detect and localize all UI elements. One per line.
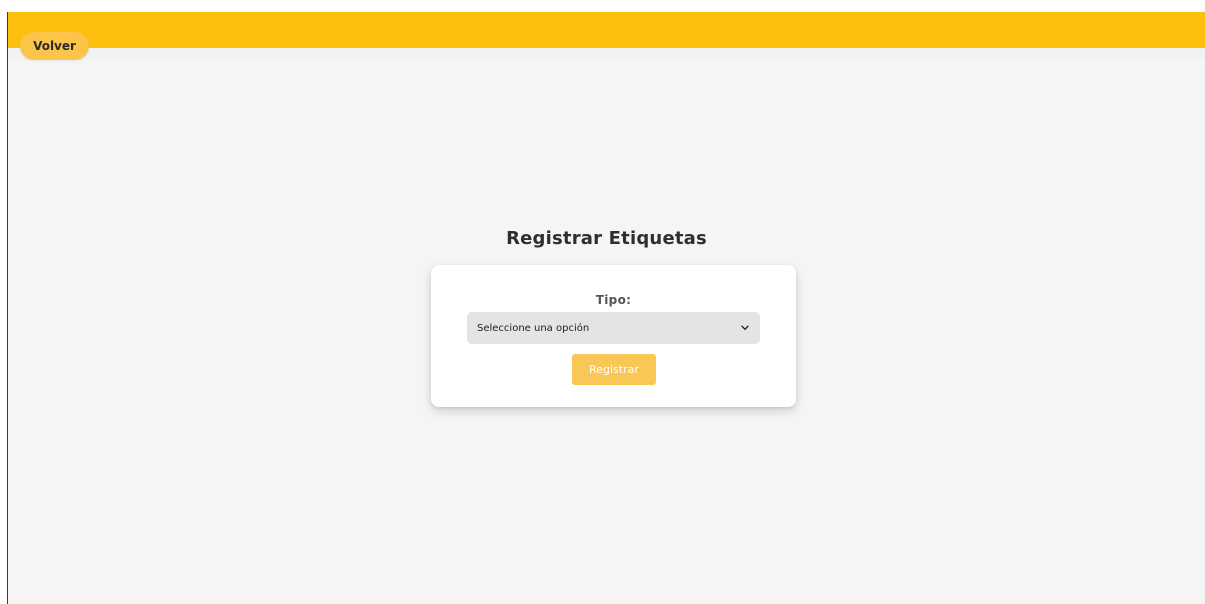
page-title: Registrar Etiquetas (506, 228, 707, 249)
register-form-card: Tipo: Seleccione una opción Registrar (431, 265, 796, 407)
chevron-down-icon (740, 323, 750, 333)
page-viewport: Volver Registrar Etiquetas Tipo: Selecci… (8, 12, 1205, 604)
back-button[interactable]: Volver (20, 32, 89, 60)
tipo-label: Tipo: (595, 293, 632, 307)
register-button[interactable]: Registrar (572, 354, 656, 385)
top-bar (8, 12, 1205, 48)
top-bar-shadow-strip (8, 48, 1205, 60)
tipo-select[interactable]: Seleccione una opción (467, 312, 760, 344)
tipo-select-value: Seleccione una opción (477, 322, 590, 334)
